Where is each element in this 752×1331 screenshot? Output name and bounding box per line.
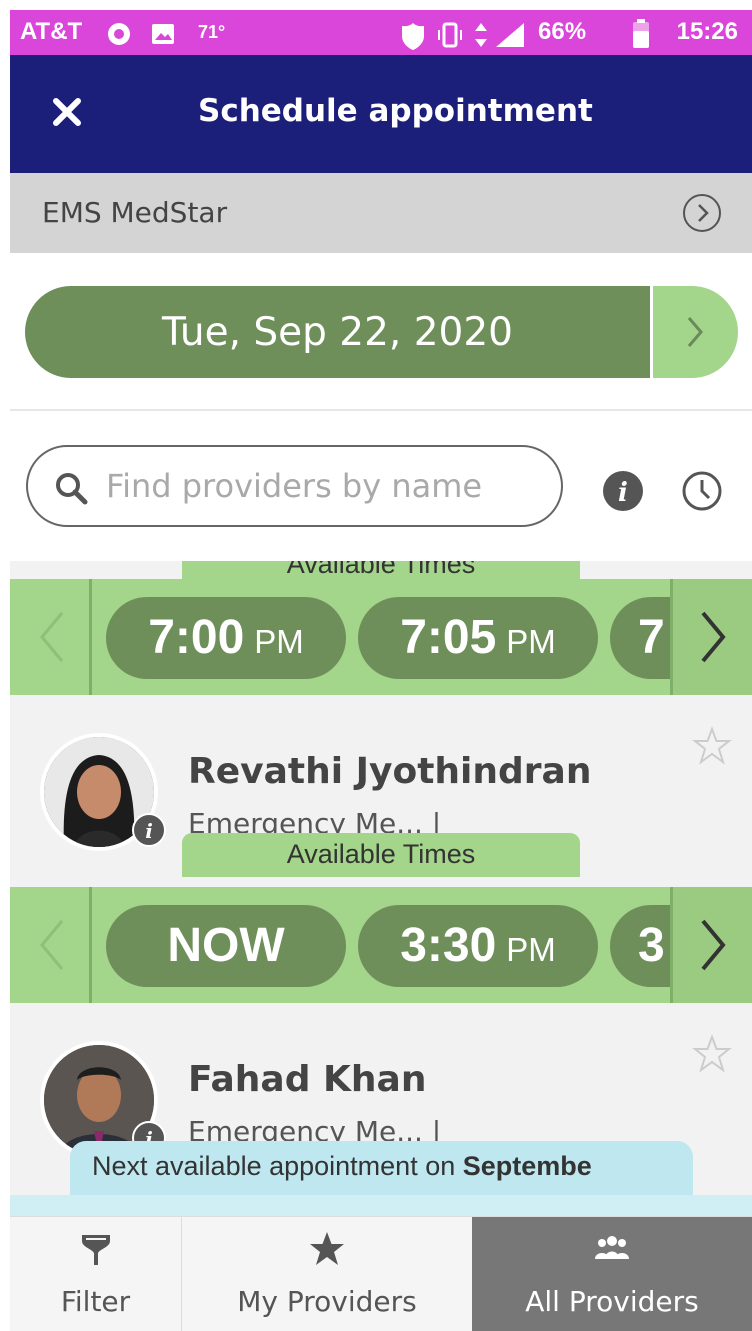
signal-icon bbox=[496, 23, 524, 47]
available-times-tab: Available Times bbox=[182, 833, 580, 877]
tab-my-providers[interactable]: My Providers bbox=[182, 1217, 472, 1331]
organization-name: EMS MedStar bbox=[42, 196, 228, 229]
chevron-right-icon bbox=[701, 611, 726, 663]
svg-text:i: i bbox=[145, 819, 153, 843]
vibrate-icon bbox=[438, 22, 462, 48]
star-icon bbox=[310, 1232, 344, 1265]
time-slot-strip: 7:00 PM 7:05 PM 7 bbox=[10, 579, 752, 695]
time-slot-button[interactable]: 3 bbox=[610, 905, 672, 987]
shield-icon bbox=[402, 23, 424, 50]
filter-icon bbox=[81, 1235, 110, 1265]
status-bar: AT&T 71° 66% 15:26 bbox=[10, 10, 752, 55]
battery-icon bbox=[633, 19, 649, 48]
available-times-label: Available Times bbox=[286, 561, 476, 579]
selected-date: Tue, Sep 22, 2020 bbox=[162, 310, 513, 355]
search-icon bbox=[56, 473, 88, 505]
tab-label: All Providers bbox=[525, 1285, 699, 1318]
time-slot-strip: NOW 3:30 PM 3 bbox=[10, 887, 752, 1003]
time-slots: NOW 3:30 PM 3 bbox=[106, 905, 672, 987]
next-available-prefix: Next available appointment on bbox=[92, 1151, 463, 1181]
svg-text:i: i bbox=[618, 478, 628, 508]
chevron-right-circle-icon[interactable] bbox=[682, 193, 722, 233]
provider-info-icon[interactable]: i bbox=[132, 813, 166, 847]
time-slot-button[interactable]: 7 bbox=[610, 597, 672, 679]
chevron-right-icon bbox=[687, 317, 703, 347]
available-times-label: Available Times bbox=[286, 839, 476, 869]
status-left: AT&T bbox=[20, 18, 82, 46]
previous-times-button[interactable] bbox=[10, 887, 92, 1003]
clock-icon[interactable] bbox=[680, 469, 724, 513]
tab-label: Filter bbox=[60, 1285, 131, 1318]
provider-name: Revathi Jyothindran bbox=[188, 751, 592, 792]
tab-all-providers[interactable]: All Providers bbox=[472, 1217, 752, 1331]
organization-selector[interactable]: EMS MedStar bbox=[10, 173, 752, 253]
favorite-star-icon[interactable] bbox=[692, 726, 732, 766]
next-available-banner[interactable]: Next available appointment on Septembe bbox=[70, 1141, 693, 1201]
provider-list[interactable]: Available Times 7:00 PM 7:05 PM 7 i Reva… bbox=[10, 561, 752, 1216]
close-icon[interactable] bbox=[42, 87, 92, 137]
tab-label: My Providers bbox=[237, 1285, 417, 1318]
time-slot-button[interactable]: NOW bbox=[106, 905, 346, 987]
next-times-button[interactable] bbox=[670, 579, 752, 695]
chevron-right-icon bbox=[701, 919, 726, 971]
banner-strip bbox=[10, 1195, 752, 1216]
next-times-button[interactable] bbox=[670, 887, 752, 1003]
page-title: Schedule appointment bbox=[198, 93, 593, 129]
search-placeholder: Find providers by name bbox=[106, 467, 483, 505]
chevron-left-icon bbox=[40, 920, 64, 970]
date-selector: Tue, Sep 22, 2020 bbox=[10, 253, 752, 411]
battery-percent: 66% bbox=[538, 18, 587, 45]
next-date-button[interactable] bbox=[653, 286, 738, 378]
time-slot-button[interactable]: 7:00 PM bbox=[106, 597, 346, 679]
favorite-star-icon[interactable] bbox=[692, 1034, 732, 1074]
data-saver-icon bbox=[108, 23, 130, 45]
time-slot-button[interactable]: 7:05 PM bbox=[358, 597, 598, 679]
chevron-left-icon bbox=[40, 612, 64, 662]
next-available-date: Septembe bbox=[462, 1151, 592, 1181]
previous-times-button[interactable] bbox=[10, 579, 92, 695]
tab-filter[interactable]: Filter bbox=[10, 1217, 182, 1331]
data-arrows-icon bbox=[475, 23, 487, 47]
time-slot-button[interactable]: 3:30 PM bbox=[358, 905, 598, 987]
provider-name: Fahad Khan bbox=[188, 1059, 427, 1100]
group-icon bbox=[595, 1236, 629, 1259]
time-slots: 7:00 PM 7:05 PM 7 bbox=[106, 597, 672, 679]
bottom-tab-bar: Filter My Providers All Providers bbox=[10, 1216, 752, 1331]
date-button[interactable]: Tue, Sep 22, 2020 bbox=[25, 286, 650, 378]
info-icon[interactable]: i bbox=[602, 470, 644, 512]
temperature-label: 71° bbox=[198, 22, 226, 42]
search-bar: Find providers by name i bbox=[10, 411, 752, 561]
carrier-label: AT&T bbox=[20, 18, 83, 45]
clock: 15:26 bbox=[676, 18, 738, 45]
search-input[interactable]: Find providers by name bbox=[26, 445, 563, 527]
image-notification-icon bbox=[152, 24, 174, 44]
app-bar: Schedule appointment bbox=[10, 55, 752, 173]
